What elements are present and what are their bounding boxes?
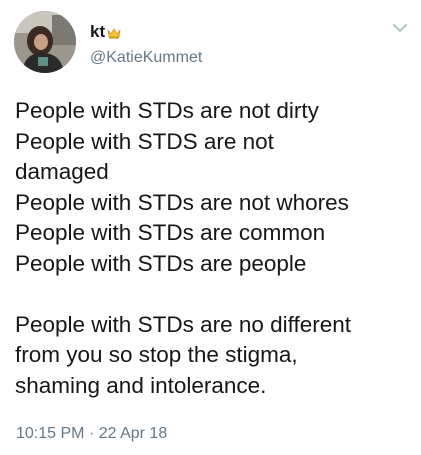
tweet-date[interactable]: 22 Apr 18 — [99, 425, 168, 442]
chevron-down-icon[interactable] — [392, 21, 408, 33]
author-handle[interactable]: @KatieKummet — [90, 48, 202, 68]
avatar-photo — [14, 11, 76, 73]
tweet-time[interactable]: 10:15 PM — [16, 425, 84, 442]
tweet-line: from you so stop the stigma, — [15, 342, 298, 367]
timestamp-separator: · — [88, 425, 95, 442]
tweet-line: shaming and intolerance. — [15, 372, 267, 398]
tweet-line: damaged — [15, 159, 109, 184]
author-name-row[interactable]: kt — [90, 22, 121, 42]
tweet-line: People with STDs are people — [15, 250, 307, 276]
tweet-line: People with STDS are not — [15, 128, 274, 154]
tweet-line: People with STDs are not dirty — [15, 98, 319, 123]
display-name[interactable]: kt — [90, 22, 105, 42]
avatar[interactable] — [14, 11, 76, 73]
paragraph-break — [15, 279, 415, 310]
tweet-text: People with STDs are not dirty People wi… — [15, 96, 415, 401]
tweet-line: People with STDs are common — [15, 220, 326, 245]
crown-icon — [107, 26, 121, 39]
tweet-line: People with STDs are not whores — [15, 189, 349, 215]
tweet-card: kt @KatieKummet People with STDs are not… — [0, 0, 421, 455]
tweet-timestamp[interactable]: 10:15 PM · 22 Apr 18 — [16, 424, 167, 444]
tweet-line: People with STDs are no different — [15, 311, 352, 337]
